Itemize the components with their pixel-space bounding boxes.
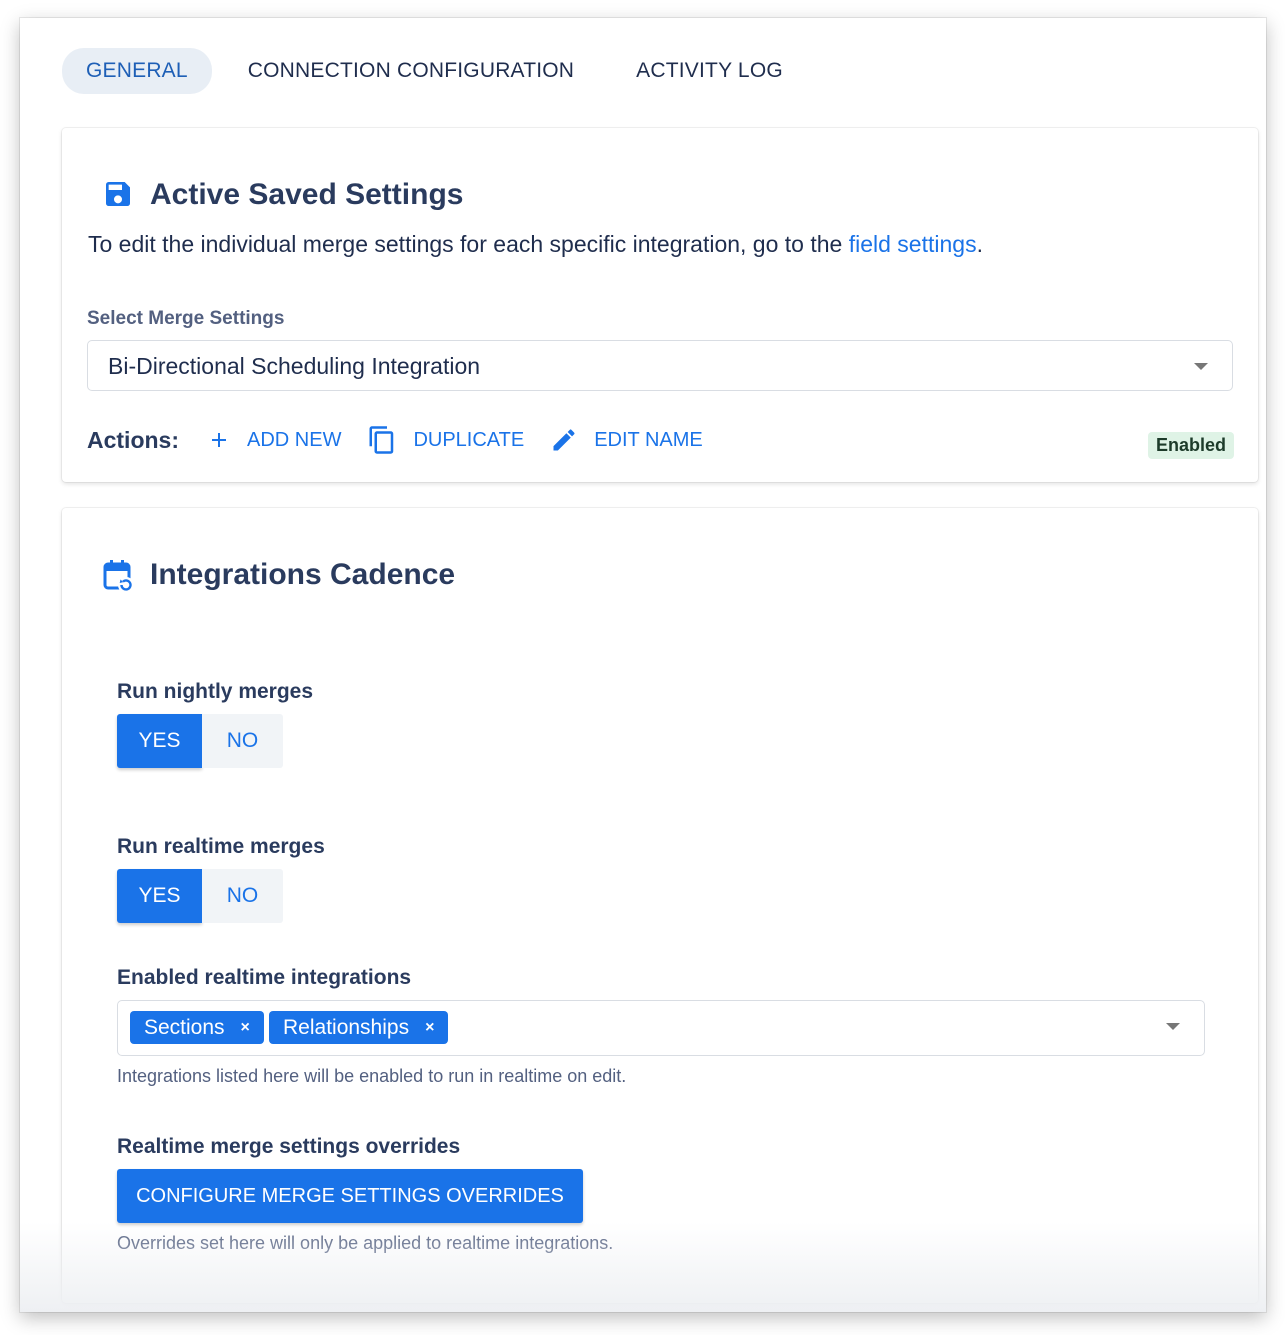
description-text: To edit the individual merge settings fo… [88,231,849,257]
status-badge: Enabled [1147,432,1234,459]
plus-icon [207,428,231,452]
copy-icon [367,424,397,456]
chip-label: Sections [144,1015,225,1039]
card-title: Integrations Cadence [150,558,456,591]
chip-sections: Sections × [130,1011,264,1044]
realtime-yes-button[interactable]: YES [117,869,202,923]
actions-bar: Actions: ADD NEW DUPLICATE EDIT NAME [87,424,729,456]
integrations-help-text: Integrations listed here will be enabled… [117,1066,627,1086]
remove-chip-icon[interactable]: × [241,1019,250,1037]
select-value: Bi-Directional Scheduling Integration [108,353,481,379]
tab-bar: GENERAL CONNECTION CONFIGURATION ACTIVIT… [62,48,807,94]
remove-chip-icon[interactable]: × [425,1019,434,1037]
nightly-yes-button[interactable]: YES [117,714,202,768]
field-settings-link[interactable]: field settings [849,231,977,257]
nightly-no-button[interactable]: NO [202,714,283,768]
tab-connection-configuration[interactable]: CONNECTION CONFIGURATION [224,48,598,94]
nightly-merges-toggle: YES NO [117,714,283,768]
realtime-overrides-label: Realtime merge settings overrides [117,1135,461,1158]
realtime-no-button[interactable]: NO [202,869,283,923]
active-saved-settings-card: Active Saved Settings To edit the indivi… [62,128,1258,482]
merge-settings-select[interactable]: Bi-Directional Scheduling Integration [87,340,1233,391]
save-icon [102,178,136,212]
tab-general[interactable]: GENERAL [62,48,212,94]
chip-label: Relationships [283,1015,410,1039]
integrations-cadence-heading: Integrations Cadence [102,558,456,593]
settings-window: GENERAL CONNECTION CONFIGURATION ACTIVIT… [20,18,1266,1312]
duplicate-button[interactable]: DUPLICATE [367,424,524,456]
pencil-icon [550,426,578,454]
realtime-merges-toggle: YES NO [117,869,283,923]
run-realtime-merges-label: Run realtime merges [117,835,325,858]
edit-name-button[interactable]: EDIT NAME [550,426,703,454]
realtime-integrations-multiselect[interactable]: Sections × Relationships × [117,1000,1205,1056]
add-new-label: ADD NEW [247,428,342,451]
card-description: To edit the individual merge settings fo… [88,231,983,258]
edit-name-label: EDIT NAME [594,428,703,451]
duplicate-label: DUPLICATE [413,428,525,451]
tab-activity-log[interactable]: ACTIVITY LOG [612,48,807,94]
actions-label: Actions: [87,426,179,453]
description-end: . [976,231,983,257]
calendar-refresh-icon [102,558,136,593]
select-merge-settings-label: Select Merge Settings [87,308,285,329]
card-title: Active Saved Settings [150,178,464,211]
overrides-help-text: Overrides set here will only be applied … [117,1233,614,1253]
integrations-cadence-card: Integrations Cadence Run nightly merges … [62,508,1258,1303]
chip-relationships: Relationships × [269,1011,449,1044]
active-saved-settings-heading: Active Saved Settings [102,178,463,212]
add-new-button[interactable]: ADD NEW [207,428,341,452]
enabled-realtime-integrations-label: Enabled realtime integrations [117,966,412,989]
run-nightly-merges-label: Run nightly merges [117,680,314,703]
chevron-down-icon [1194,363,1208,370]
chevron-down-icon [1166,1023,1180,1030]
configure-overrides-button[interactable]: CONFIGURE MERGE SETTINGS OVERRIDES [117,1169,583,1223]
